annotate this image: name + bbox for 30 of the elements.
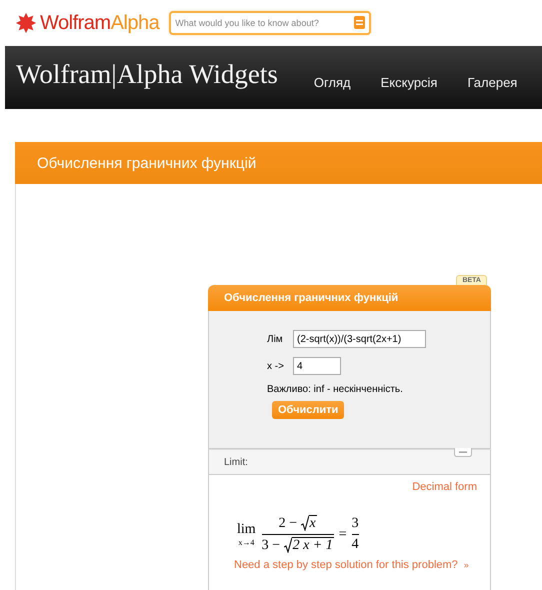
widget-title: Обчислення граничних функцій	[224, 292, 398, 304]
numerator-text: 3	[352, 516, 359, 532]
result-heading: Limit:	[224, 456, 248, 468]
nav-link[interactable]: Екскурсія	[380, 75, 438, 90]
arrow-glyph: »	[464, 560, 469, 570]
note-text: Важливо: inf - нескінченність.	[267, 384, 404, 395]
field-label: x ->	[267, 360, 285, 372]
radicand: x	[308, 515, 317, 532]
logo-text: Alpha	[110, 12, 160, 34]
radicand: 2 x + 1	[292, 537, 334, 554]
lim-subscript: x→4	[238, 538, 254, 547]
collapse-icon[interactable]	[454, 448, 472, 457]
field-label: Лім	[267, 334, 284, 344]
nav-link[interactable]: Галерея	[467, 75, 518, 90]
page-title: Обчислення граничних функцій	[37, 154, 256, 172]
numerator-text: 2 −	[278, 516, 298, 532]
nav-link[interactable]: Огляд	[314, 75, 351, 90]
equals-sign: =	[338, 526, 347, 542]
radical-sign-icon	[284, 537, 292, 553]
logo-text: Wolfram	[40, 12, 111, 34]
lim-text: lim	[237, 522, 256, 538]
search-field[interactable]: What would you like to know about?	[169, 11, 372, 35]
denominator-text: 3 −	[262, 538, 282, 554]
denominator-text: 4	[352, 537, 359, 553]
logo-star-icon	[15, 12, 37, 34]
input-field[interactable]: 4	[293, 357, 341, 375]
input-field[interactable]: (2-sqrt(x))/(3-sqrt(2x+1)	[293, 330, 426, 348]
site-title: Wolfram|Alpha Widgets	[16, 59, 278, 90]
radical-sign-icon	[300, 515, 309, 531]
search-button-icon[interactable]	[354, 16, 366, 29]
